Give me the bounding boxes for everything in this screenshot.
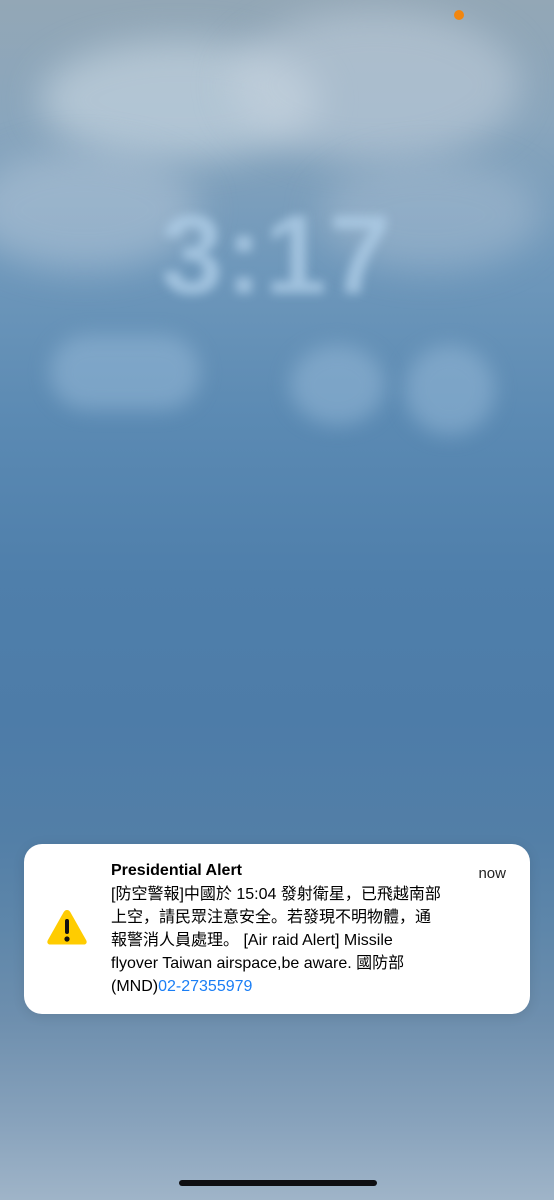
message-line: [防空警報]中國於 15:04 發射衛星，已飛越南部 bbox=[111, 886, 441, 903]
notification-title: Presidential Alert bbox=[111, 862, 243, 879]
message-text: (MND) bbox=[111, 978, 159, 995]
lock-screen-wallpaper: 3:17 bbox=[0, 0, 554, 1200]
lock-screen-widget bbox=[290, 345, 385, 425]
lock-screen-widget bbox=[50, 335, 200, 410]
message-line: 上空，請民眾注意安全。若發現不明物體，通 bbox=[111, 909, 432, 926]
privacy-indicator-dot bbox=[454, 10, 464, 20]
phone-number-link[interactable]: 02-27355979 bbox=[158, 978, 252, 995]
lock-screen-clock: 3:17 bbox=[160, 192, 394, 317]
wallpaper-cloud bbox=[230, 10, 520, 160]
notification-timestamp: now bbox=[478, 865, 506, 882]
lock-screen-widget bbox=[405, 345, 495, 435]
warning-triangle-icon bbox=[47, 910, 87, 945]
home-indicator[interactable] bbox=[179, 1180, 377, 1186]
presidential-alert-notification[interactable]: Presidential Alert now [防空警報]中國於 15:04 發… bbox=[24, 844, 530, 1014]
message-line: (MND)02-27355979 bbox=[111, 975, 511, 998]
message-line: 報警消人員處理。 [Air raid Alert] Missile bbox=[111, 932, 393, 949]
message-line: flyover Taiwan airspace,be aware. 國防部 bbox=[111, 955, 405, 972]
notification-message: [防空警報]中國於 15:04 發射衛星，已飛越南部 上空，請民眾注意安全。若發… bbox=[111, 883, 511, 998]
